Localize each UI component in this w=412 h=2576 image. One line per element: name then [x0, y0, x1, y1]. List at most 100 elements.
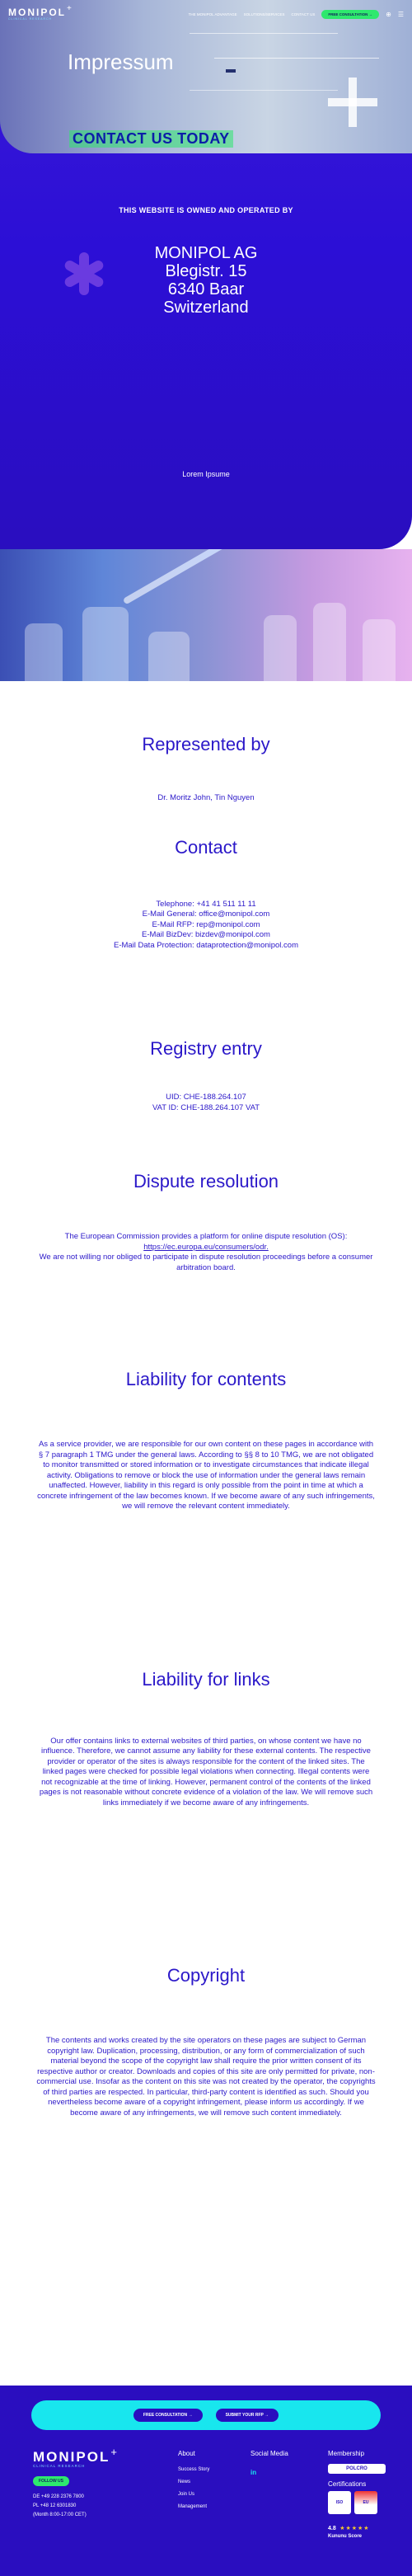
eu-certification-badge[interactable]: EU	[354, 2491, 377, 2514]
impressum-content: Represented by Dr. Moritz John, Tin Nguy…	[0, 681, 412, 2118]
footer-link-success-story[interactable]: Success Story	[178, 2464, 209, 2476]
vial-decoration	[363, 619, 396, 681]
footer-free-consultation-button[interactable]: FREE CONSULTATION →	[133, 2409, 203, 2422]
footer-about-title: About	[178, 2450, 195, 2457]
nav-contact[interactable]: CONTACT US	[292, 12, 316, 16]
footer-social-title: Social Media	[250, 2450, 288, 2457]
copyright-title: Copyright	[166, 1965, 246, 1986]
dispute-section: Dispute resolution The European Commissi…	[0, 1113, 412, 1273]
certification-badges: ISO EU	[328, 2491, 386, 2514]
company-city: 6340 Baar	[167, 280, 245, 298]
registry-uid: UID: CHE-188.264.107	[166, 1093, 246, 1102]
represented-section: Represented by Dr. Moritz John, Tin Nguy…	[0, 681, 412, 804]
contact-section: Contact Telephone: +41 41 511 11 11 E-Ma…	[0, 804, 412, 952]
hero-section: Impressum CONTACT US TODAY THIS WEBSITE …	[0, 0, 412, 549]
footer-certifications-title: Certifications	[328, 2480, 367, 2488]
company-street: Blegistr. 15	[165, 262, 247, 280]
footer-logo[interactable]: MONIPOL CLINICAL RESEARCH +	[33, 2446, 117, 2469]
arrow-right-icon: →	[265, 2413, 269, 2418]
footer-logo-subtitle: CLINICAL RESEARCH	[33, 2464, 86, 2468]
registry-vat: VAT ID: CHE-188.264.107 VAT	[152, 1102, 260, 1112]
logo[interactable]: MONIPOL CLINICAL RESEARCH +	[8, 3, 72, 21]
submit-rfp-label: SUBMIT YOUR RFP	[225, 2413, 264, 2418]
arrow-right-icon: →	[188, 2413, 193, 2418]
site-header: MONIPOL CLINICAL RESEARCH + THE MONIPOL …	[0, 0, 412, 28]
footer-cta-bar: FREE CONSULTATION → SUBMIT YOUR RFP →	[31, 2400, 381, 2430]
hero-line-decoration	[214, 58, 379, 59]
kununu-rating[interactable]: 4.8 ★★★★★ Kununu Score	[328, 2519, 386, 2539]
footer-contact: DE +49 228 2376 7800 PL +48 12 6301830 (…	[33, 2493, 87, 2520]
arrow-right-icon: →	[368, 12, 373, 16]
contact-email-rfp[interactable]: E-Mail RFP: rep@monipol.com	[0, 920, 412, 931]
company-name: MONIPOL AG	[154, 244, 258, 262]
liability-links-title: Liability for links	[142, 1668, 270, 1690]
logo-subtitle: CLINICAL RESEARCH	[8, 16, 53, 21]
lab-image	[0, 549, 412, 681]
liability-links-section: Liability for links Our offer contains l…	[0, 1512, 412, 1809]
footer-link-join-us[interactable]: Join Us	[178, 2489, 209, 2501]
logo-plus-icon: +	[67, 3, 72, 13]
liability-contents-title: Liability for contents	[125, 1369, 287, 1389]
contact-title: Contact	[175, 836, 237, 858]
footer-link-management[interactable]: Management	[178, 2501, 209, 2513]
hero-graph-decoration	[190, 33, 338, 91]
owned-by-label: THIS WEBSITE IS OWNED AND OPERATED BY	[119, 206, 293, 214]
hero-dash-decoration	[226, 69, 236, 73]
copyright-text: The contents and works created by the si…	[36, 2036, 376, 2118]
iso-certification-badge[interactable]: ISO	[328, 2491, 351, 2514]
vial-decoration	[313, 603, 346, 681]
polcro-badge[interactable]: POLCRO	[328, 2464, 386, 2474]
free-consultation-button[interactable]: FREE CONSULTATION →	[321, 9, 380, 19]
plus-icon	[328, 78, 377, 127]
footer-membership-title: Membership	[328, 2450, 365, 2457]
footer-phone-pl[interactable]: PL +48 12 6301830	[33, 2502, 87, 2511]
footer-phone-de[interactable]: DE +49 228 2376 7800	[33, 2493, 87, 2502]
company-country: Switzerland	[163, 298, 249, 317]
dispute-text: The European Commission provides a platf…	[64, 1232, 348, 1241]
dispute-title: Dispute resolution	[133, 1171, 279, 1192]
odr-link[interactable]: https://ec.europa.eu/consumers/odr.	[36, 1243, 376, 1253]
represented-title: Represented by	[142, 734, 270, 754]
vial-decoration	[264, 615, 297, 681]
liability-links-text: Our offer contains links to external web…	[39, 1736, 373, 1807]
menu-icon[interactable]: ☰	[398, 11, 404, 18]
star-rating-icon: ★★★★★	[339, 2526, 370, 2531]
vial-decoration	[82, 607, 129, 681]
globe-icon[interactable]: ⊕	[386, 11, 391, 18]
represented-names: Dr. Moritz John, Tin Nguyen	[157, 793, 255, 802]
nav-advantage[interactable]: THE MONIPOL ADVANTAGE	[189, 12, 237, 16]
submit-rfp-button[interactable]: SUBMIT YOUR RFP →	[215, 2409, 279, 2422]
contact-lines: Telephone: +41 41 511 11 11 E-Mail Gener…	[0, 900, 412, 952]
logo-plus-icon: +	[110, 2446, 117, 2458]
vial-decoration	[25, 623, 63, 681]
contact-email-general[interactable]: E-Mail General: office@monipol.com	[0, 910, 412, 920]
pipette-decoration	[122, 549, 241, 605]
footer-social: Social Media in	[250, 2450, 288, 2479]
footer-logo-text: MONIPOL	[33, 2449, 110, 2465]
lorem-text: Lorem Ipsume	[182, 470, 230, 478]
rating-value: 4.8	[328, 2526, 336, 2531]
footer-membership: Membership POLCRO Certifications ISO EU …	[328, 2450, 386, 2539]
footer-link-news[interactable]: News	[178, 2476, 209, 2489]
contact-email-dataprotection[interactable]: E-Mail Data Protection: dataprotection@m…	[0, 941, 412, 952]
footer-free-consultation-label: FREE CONSULTATION	[143, 2413, 188, 2418]
liability-contents-section: Liability for contents As a service prov…	[0, 1273, 412, 1512]
footer-hours: (Month 8:00-17:00 CET)	[33, 2513, 87, 2517]
linkedin-icon[interactable]: in	[250, 2469, 256, 2476]
vial-decoration	[148, 632, 190, 681]
logo-text: MONIPOL	[8, 6, 66, 18]
contact-us-link[interactable]: CONTACT US TODAY	[69, 130, 233, 148]
follow-us-button[interactable]: FOLLOW US	[33, 2476, 69, 2486]
registry-section: Registry entry UID: CHE-188.264.107 VAT …	[0, 951, 412, 1113]
free-consultation-label: FREE CONSULTATION	[328, 12, 368, 16]
company-address: MONIPOL AG Blegistr. 15 6340 Baar Switze…	[0, 244, 412, 317]
page-title: Impressum	[68, 49, 174, 74]
contact-email-bizdev[interactable]: E-Mail BizDev: bizdev@monipol.com	[0, 930, 412, 941]
dispute-notice: We are not willing nor obliged to partic…	[39, 1253, 373, 1272]
main-nav: THE MONIPOL ADVANTAGE SOLUTIONS/SERVICES…	[189, 9, 404, 19]
site-footer: FREE CONSULTATION → SUBMIT YOUR RFP → MO…	[0, 2386, 412, 2576]
footer-about: About Success Story News Join Us Managem…	[178, 2450, 209, 2513]
contact-phone[interactable]: Telephone: +41 41 511 11 11	[0, 900, 412, 910]
review-source: Kununu Score	[328, 2534, 363, 2539]
nav-solutions[interactable]: SOLUTIONS/SERVICES	[244, 12, 285, 16]
